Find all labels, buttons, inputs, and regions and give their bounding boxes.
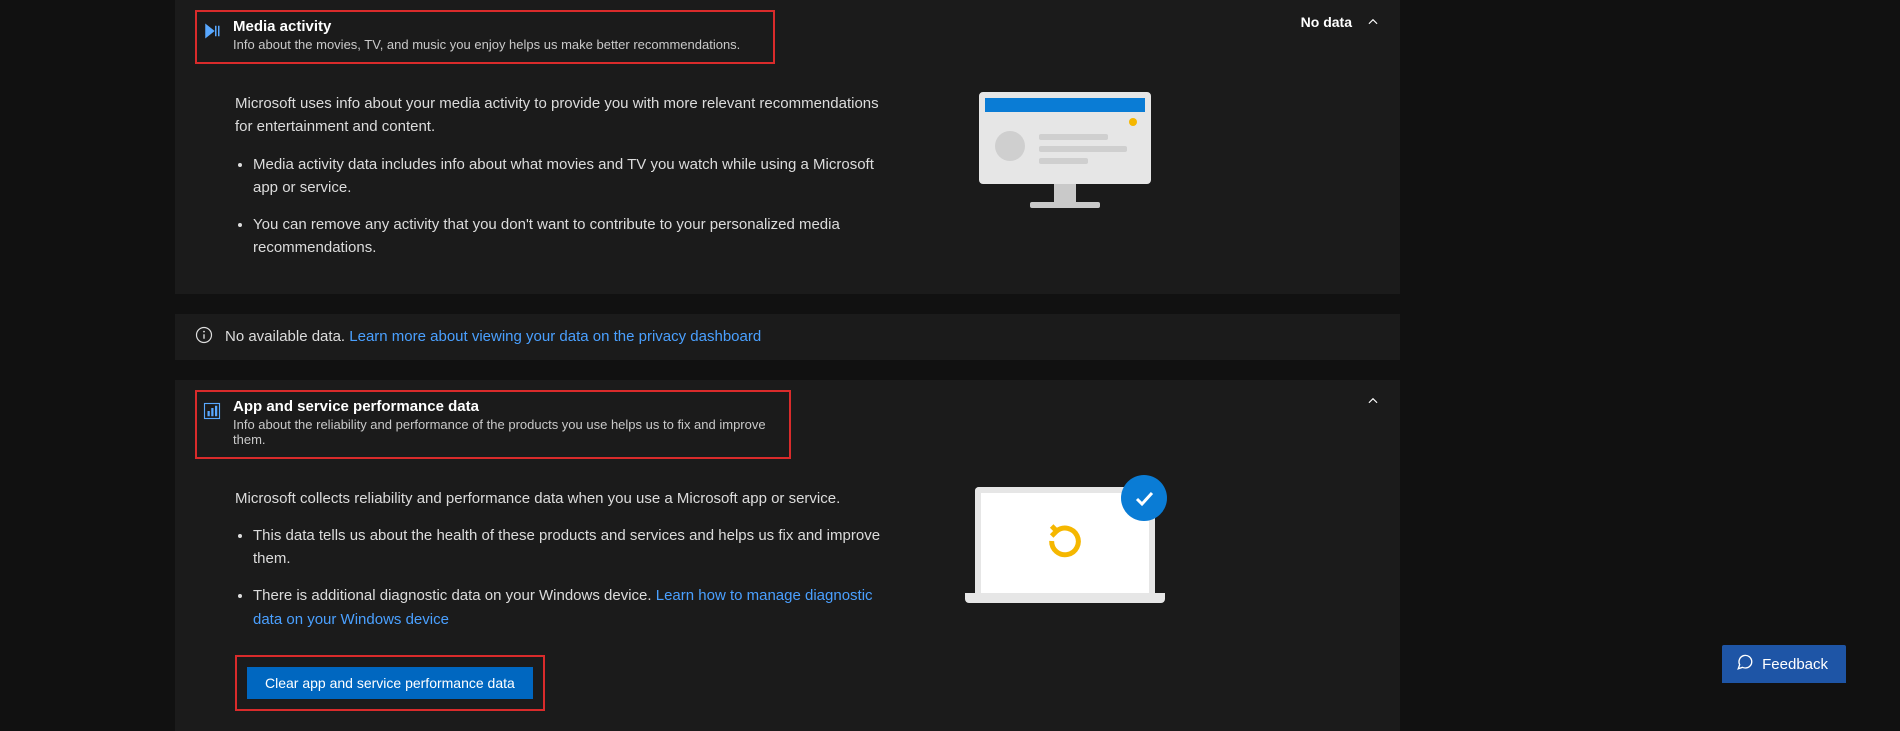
- perf-paragraph: Microsoft collects reliability and perfo…: [235, 487, 895, 510]
- media-bullet-2: You can remove any activity that you don…: [253, 213, 895, 260]
- media-icon: [203, 22, 221, 40]
- speech-bubble-icon: [1736, 653, 1754, 675]
- media-status: No data: [1301, 14, 1352, 30]
- perf-card: App and service performance data Info ab…: [175, 380, 1400, 731]
- chevron-up-icon[interactable]: [1366, 394, 1380, 408]
- info-icon: [195, 326, 213, 348]
- perf-title: App and service performance data: [233, 398, 779, 415]
- notice-link[interactable]: Learn more about viewing your data on th…: [349, 328, 761, 345]
- media-activity-header[interactable]: Media activity Info about the movies, TV…: [175, 0, 1400, 74]
- perf-header[interactable]: App and service performance data Info ab…: [175, 380, 1400, 469]
- clear-perf-button[interactable]: Clear app and service performance data: [247, 667, 533, 699]
- media-paragraph: Microsoft uses info about your media act…: [235, 92, 895, 139]
- checkmark-icon: [1121, 475, 1167, 521]
- media-bullet-1: Media activity data includes info about …: [253, 153, 895, 200]
- perf-illustration: [935, 487, 1195, 645]
- feedback-label: Feedback: [1762, 656, 1828, 673]
- media-subtitle: Info about the movies, TV, and music you…: [233, 37, 763, 52]
- notice-text: No available data.: [225, 328, 345, 345]
- perf-bullet-1: This data tells us about the health of t…: [253, 524, 895, 571]
- no-data-notice: No available data. Learn more about view…: [175, 314, 1400, 360]
- media-title: Media activity: [233, 18, 763, 35]
- media-activity-card: Media activity Info about the movies, TV…: [175, 0, 1400, 294]
- chevron-up-icon[interactable]: [1366, 15, 1380, 29]
- feedback-button[interactable]: Feedback: [1722, 645, 1846, 683]
- bar-chart-icon: [203, 402, 221, 420]
- perf-bullet-2-text: There is additional diagnostic data on y…: [253, 587, 656, 604]
- refresh-icon: [1045, 521, 1085, 564]
- perf-subtitle: Info about the reliability and performan…: [233, 417, 779, 447]
- media-illustration: [935, 92, 1195, 274]
